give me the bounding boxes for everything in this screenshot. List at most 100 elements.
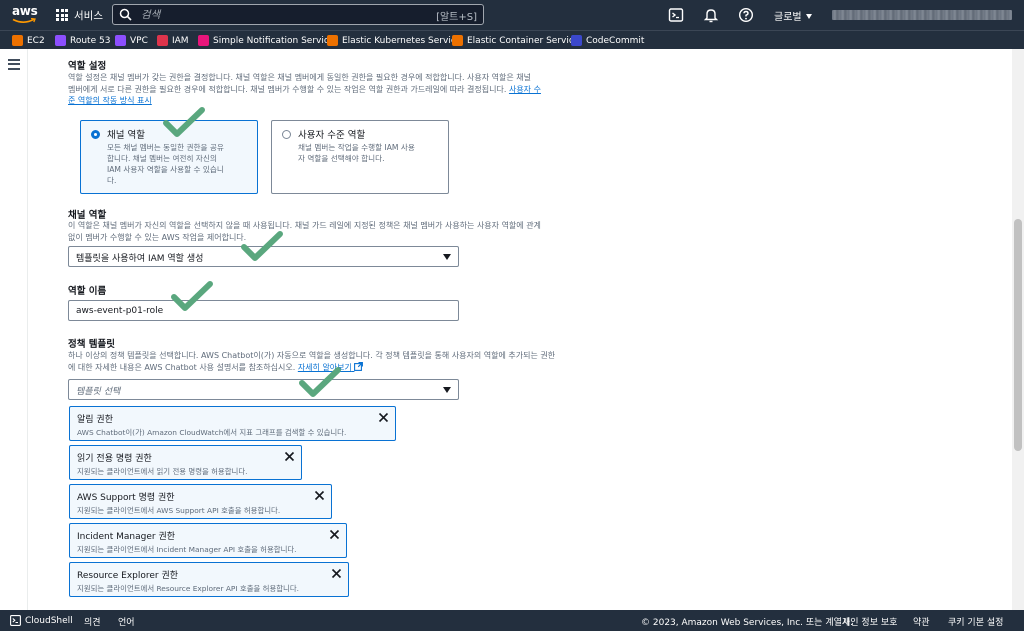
hamburger-menu-icon[interactable] (8, 59, 20, 72)
radio-card-user-role[interactable]: 사용자 수준 역할 채널 멤버는 작업을 수행할 IAM 사용 자 역할을 선택… (271, 120, 449, 194)
learn-more-label: 자세히 알아보기 (297, 362, 352, 372)
radio-button-unselected[interactable] (282, 130, 291, 139)
desc-line: 이 역할은 채널 멤버가 자신의 역할을 선택하지 않을 때 사용됩니다. 채널… (68, 221, 541, 230)
close-icon[interactable] (331, 568, 342, 579)
region-label: 글로벌 (774, 12, 802, 23)
radio-button-selected[interactable] (91, 130, 100, 139)
policy-templates-description: 하나 이상의 정책 템플릿을 선택합니다. AWS Chatbot이(가) 자동… (68, 350, 555, 373)
role-settings-title: 역할 설정 (68, 61, 107, 72)
footer-copyright: © 2023, Amazon Web Services, Inc. 또는 계열사… (641, 618, 854, 628)
footer-cookie-prefs-link[interactable]: 쿠키 기본 설정 (948, 615, 1003, 628)
policy-templates-title: 정책 템플릿 (68, 339, 116, 350)
policy-token-support: AWS Support 명령 권한 지원되는 클라이언트에서 AWS Suppo… (69, 484, 332, 519)
search-icon (119, 8, 132, 21)
footer-cloudshell-label: CloudShell (25, 615, 73, 626)
footer-feedback-link[interactable]: 의견 (84, 615, 101, 628)
close-icon[interactable] (314, 490, 325, 501)
token-name: 읽기 전용 명령 권한 (77, 454, 152, 464)
desc-line: 채널 멤버는 작업을 수행할 IAM 사용 (298, 143, 415, 152)
side-navigation (0, 49, 28, 610)
favorite-label: VPC (130, 35, 148, 46)
eks-service-icon (327, 35, 338, 46)
close-icon[interactable] (329, 529, 340, 540)
desc-line: 에 대한 자세한 내용은 AWS Chatbot 사용 설명서를 참조하십시오. (68, 362, 296, 372)
region-selector[interactable]: 글로벌 (774, 8, 812, 23)
aws-logo-text: aws (12, 4, 38, 18)
close-icon[interactable] (284, 451, 295, 462)
token-description: 지원되는 클라이언트에서 AWS Support API 호출을 허용합니다. (77, 506, 281, 515)
radio-card-description: 모든 채널 멤버는 동일한 권한을 공유 합니다. 채널 멤버는 여전히 자신의… (107, 142, 224, 186)
radio-card-channel-role[interactable]: 채널 역할 모든 채널 멤버는 동일한 권한을 공유 합니다. 채널 멤버는 여… (80, 120, 258, 194)
token-name: Incident Manager 권한 (77, 532, 176, 542)
main-content: 역할 설정 역할 설정은 채널 멤버가 갖는 권한을 결정합니다. 채널 역할은… (28, 49, 610, 610)
policy-token-incident-manager: Incident Manager 권한 지원되는 클라이언트에서 Inciden… (69, 523, 347, 558)
desc-line: 자 역할을 선택해야 합니다. (298, 154, 385, 163)
favorite-sns[interactable]: Simple Notification Service (198, 34, 334, 47)
ec2-service-icon (12, 35, 23, 46)
sns-service-icon (198, 35, 209, 46)
right-panel (610, 49, 1012, 610)
token-description: 지원되는 클라이언트에서 Resource Explorer API 호출을 허… (77, 584, 299, 593)
learn-more-link[interactable]: 자세히 알아보기 (297, 361, 364, 372)
policy-token-resource-explorer: Resource Explorer 권한 지원되는 클라이언트에서 Resour… (69, 562, 349, 597)
ecs-service-icon (452, 35, 463, 46)
notifications-bell-icon[interactable] (703, 7, 719, 23)
favorite-iam[interactable]: IAM (157, 34, 189, 47)
iam-service-icon (157, 35, 168, 46)
user-role-info-link-cont[interactable]: 준 역할의 작동 방식 표시 (68, 96, 152, 105)
favorite-label: Simple Notification Service (213, 35, 335, 46)
aws-logo[interactable]: aws (12, 4, 38, 24)
favorite-label: IAM (172, 35, 189, 46)
channel-role-description: 이 역할은 채널 멤버가 자신의 역할을 선택하지 않을 때 사용됩니다. 채널… (68, 220, 541, 243)
aws-smile-icon (12, 18, 36, 23)
account-menu-blurred[interactable] (832, 10, 1012, 20)
favorite-ec2[interactable]: EC2 (12, 34, 45, 47)
search-shortcut-hint: [알트+S] (436, 12, 477, 23)
policy-template-select[interactable]: 템플릿 선택 (68, 379, 459, 400)
token-name: AWS Support 명령 권한 (77, 493, 175, 503)
token-description: 지원되는 클라이언트에서 Incident Manager API 호출을 허용… (77, 545, 297, 554)
search-input[interactable] (141, 7, 421, 22)
radio-card-description: 채널 멤버는 작업을 수행할 IAM 사용 자 역할을 선택해야 합니다. (298, 142, 415, 164)
channel-role-title: 채널 역할 (68, 210, 107, 221)
codecommit-service-icon (571, 35, 582, 46)
help-icon[interactable] (738, 7, 754, 23)
external-link-icon (354, 361, 364, 371)
scrollbar-thumb[interactable] (1014, 219, 1022, 451)
search-bar[interactable]: [알트+S] (112, 4, 484, 25)
page-scrollbar[interactable] (1012, 49, 1024, 610)
favorite-label: CodeCommit (586, 35, 645, 46)
policy-template-placeholder: 템플릿 선택 (76, 387, 121, 397)
role-name-field[interactable] (68, 300, 459, 321)
footer-cloudshell-button[interactable]: CloudShell (10, 615, 73, 626)
favorite-codecommit[interactable]: CodeCommit (571, 34, 644, 47)
favorite-ecs[interactable]: Elastic Container Service (452, 34, 579, 47)
favorite-eks[interactable]: Elastic Kubernetes Service (327, 34, 461, 47)
footer-language-link[interactable]: 언어 (118, 615, 135, 628)
token-name: 알림 권한 (77, 415, 113, 425)
role-name-input[interactable] (76, 304, 436, 317)
policy-token-readonly: 읽기 전용 명령 권한 지원되는 클라이언트에서 읽기 전용 명령을 허용합니다… (69, 445, 302, 480)
services-label: 서비스 (74, 9, 103, 22)
radio-card-title: 채널 역할 (107, 130, 145, 141)
services-menu-button[interactable]: 서비스 (56, 8, 103, 22)
footer-terms-link[interactable]: 약관 (913, 615, 930, 628)
close-icon[interactable] (378, 412, 389, 423)
route53-service-icon (55, 35, 66, 46)
favorite-label: Elastic Container Service (467, 35, 580, 46)
caret-down-icon (443, 254, 451, 260)
desc-line: 없이 멤버가 수행할 수 있는 AWS 작업을 제어합니다. (68, 232, 247, 242)
channel-role-select[interactable]: 템플릿을 사용하여 IAM 역할 생성 (68, 246, 459, 267)
caret-down-icon (443, 387, 451, 393)
footer-privacy-link[interactable]: 개인 정보 보호 (842, 615, 897, 628)
user-role-info-link[interactable]: 사용자 수 (509, 85, 541, 94)
cloudshell-icon[interactable] (668, 7, 684, 23)
favorite-vpc[interactable]: VPC (115, 34, 148, 47)
footer-bar: CloudShell 의견 언어 © 2023, Amazon Web Serv… (0, 610, 1024, 631)
desc-line: 모든 채널 멤버는 동일한 권한을 공유 (107, 143, 224, 152)
favorite-label: EC2 (27, 35, 45, 46)
favorite-route53[interactable]: Route 53 (55, 34, 110, 47)
role-name-title: 역할 이름 (68, 286, 107, 297)
desc-line: 다. (107, 176, 117, 185)
desc-line: IAM 사용자 역할을 사용할 수 있습니 (107, 165, 224, 174)
